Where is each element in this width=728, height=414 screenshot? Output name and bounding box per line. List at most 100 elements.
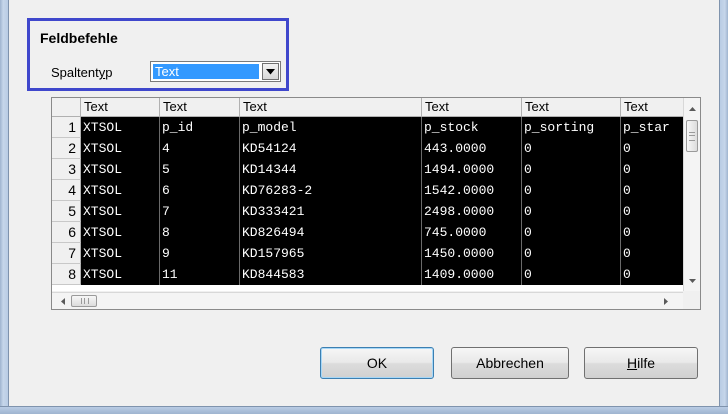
row-number[interactable]: 1 <box>52 117 81 138</box>
table-cell: 9 <box>160 243 240 264</box>
table-cell: KD54124 <box>240 138 422 159</box>
table-cell: 0 <box>621 264 684 285</box>
table-cell: KD826494 <box>240 222 422 243</box>
table-cell: 0 <box>522 264 621 285</box>
table-cell: 0 <box>522 201 621 222</box>
column-header[interactable]: Text <box>422 98 522 117</box>
table-row[interactable]: 2 XTSOL 4 KD54124 443.0000 0 0 <box>52 138 684 159</box>
help-button[interactable]: Hilfe <box>584 347 698 379</box>
table-cell: KD157965 <box>240 243 422 264</box>
table-cell: 5 <box>160 159 240 180</box>
table-cell: 7 <box>160 201 240 222</box>
window-frame-bottom <box>0 406 728 414</box>
row-number[interactable]: 6 <box>52 222 81 243</box>
table-cell: XTSOL <box>81 159 160 180</box>
grid-area: Text Text Text Text Text Text 1 XTSOL p_id p_mod… <box>52 98 684 291</box>
table-row[interactable]: 8 XTSOL 11 KD844583 1409.0000 0 0 <box>52 264 684 285</box>
vertical-scrollbar[interactable] <box>683 98 700 291</box>
grip-icon <box>81 298 89 304</box>
table-row[interactable]: 7 XTSOL 9 KD157965 1450.0000 0 0 <box>52 243 684 264</box>
table-cell: KD333421 <box>240 201 422 222</box>
arrow-up-icon <box>689 106 696 111</box>
scroll-corner <box>683 292 700 309</box>
table-cell: XTSOL <box>81 264 160 285</box>
table-row[interactable]: 5 XTSOL 7 KD333421 2498.0000 0 0 <box>52 201 684 222</box>
table-cell: XTSOL <box>81 201 160 222</box>
column-header[interactable]: Text <box>522 98 621 117</box>
field-options-group: Feldbefehle Spaltentyp Text <box>27 18 289 91</box>
table-cell: 0 <box>621 201 684 222</box>
horizontal-scroll-thumb[interactable] <box>71 295 97 307</box>
table-row[interactable]: 6 XTSOL 8 KD826494 745.0000 0 0 <box>52 222 684 243</box>
arrow-down-icon <box>689 278 696 283</box>
table-cell: 0 <box>522 159 621 180</box>
column-type-value: Text <box>153 64 259 79</box>
table-cell: 1542.0000 <box>422 180 522 201</box>
group-title: Feldbefehle <box>40 30 118 46</box>
scroll-left-button[interactable] <box>54 293 71 309</box>
table-cell: 11 <box>160 264 240 285</box>
table-cell: p_stock <box>422 117 522 138</box>
table-cell: 0 <box>621 222 684 243</box>
row-number[interactable]: 2 <box>52 138 81 159</box>
column-header[interactable]: Text <box>621 98 684 117</box>
table-row[interactable]: 4 XTSOL 6 KD76283-2 1542.0000 0 0 <box>52 180 684 201</box>
column-header[interactable]: Text <box>160 98 240 117</box>
table-cell: 4 <box>160 138 240 159</box>
column-header[interactable]: Text <box>81 98 160 117</box>
table-cell: 0 <box>621 243 684 264</box>
table-cell: KD14344 <box>240 159 422 180</box>
table-cell: XTSOL <box>81 138 160 159</box>
table-cell: 0 <box>522 222 621 243</box>
row-number[interactable]: 3 <box>52 159 81 180</box>
table-cell: 0 <box>621 138 684 159</box>
table-cell: 6 <box>160 180 240 201</box>
column-header-row: Text Text Text Text Text Text <box>81 98 684 117</box>
table-cell: 8 <box>160 222 240 243</box>
table-cell: XTSOL <box>81 243 160 264</box>
scroll-right-button[interactable] <box>657 293 674 309</box>
grip-icon <box>689 132 695 141</box>
scroll-down-button[interactable] <box>684 272 700 289</box>
table-cell: KD76283-2 <box>240 180 422 201</box>
preview-table: Text Text Text Text Text Text 1 XTSOL p_id p_mod… <box>51 97 701 310</box>
row-number[interactable]: 4 <box>52 180 81 201</box>
row-number[interactable]: 8 <box>52 264 81 285</box>
table-cell: 443.0000 <box>422 138 522 159</box>
table-cell: 2498.0000 <box>422 201 522 222</box>
arrow-left-icon <box>60 298 65 305</box>
table-row[interactable]: 1 XTSOL p_id p_model p_stock p_sorting p_star <box>52 117 684 138</box>
table-cell: 0 <box>621 180 684 201</box>
table-cell: 1409.0000 <box>422 264 522 285</box>
arrow-right-icon <box>663 298 668 305</box>
vertical-scroll-thumb[interactable] <box>686 120 698 152</box>
horizontal-scrollbar[interactable] <box>52 292 684 309</box>
scroll-up-button[interactable] <box>684 100 700 117</box>
column-type-select[interactable]: Text <box>150 61 281 82</box>
table-cell: p_star <box>621 117 684 138</box>
column-header[interactable]: Text <box>240 98 422 117</box>
table-cell: XTSOL <box>81 117 160 138</box>
chevron-down-icon <box>266 68 275 74</box>
table-cell: p_id <box>160 117 240 138</box>
table-cell: XTSOL <box>81 222 160 243</box>
window-frame-right <box>719 0 728 414</box>
row-number[interactable]: 7 <box>52 243 81 264</box>
table-cell: 0 <box>621 159 684 180</box>
dropdown-button[interactable] <box>262 63 279 80</box>
table-cell: 0 <box>522 243 621 264</box>
table-cell: p_model <box>240 117 422 138</box>
table-cell: 0 <box>522 138 621 159</box>
table-cell: p_sorting <box>522 117 621 138</box>
header-corner <box>52 98 81 117</box>
table-row[interactable]: 3 XTSOL 5 KD14344 1494.0000 0 0 <box>52 159 684 180</box>
table-cell: 0 <box>522 180 621 201</box>
table-cell: 1494.0000 <box>422 159 522 180</box>
window-frame-left <box>0 0 9 414</box>
ok-button[interactable]: OK <box>320 347 434 379</box>
row-number[interactable]: 5 <box>52 201 81 222</box>
table-cell: XTSOL <box>81 180 160 201</box>
table-cell: 1450.0000 <box>422 243 522 264</box>
cancel-button[interactable]: Abbrechen <box>451 347 569 379</box>
table-cell: 745.0000 <box>422 222 522 243</box>
